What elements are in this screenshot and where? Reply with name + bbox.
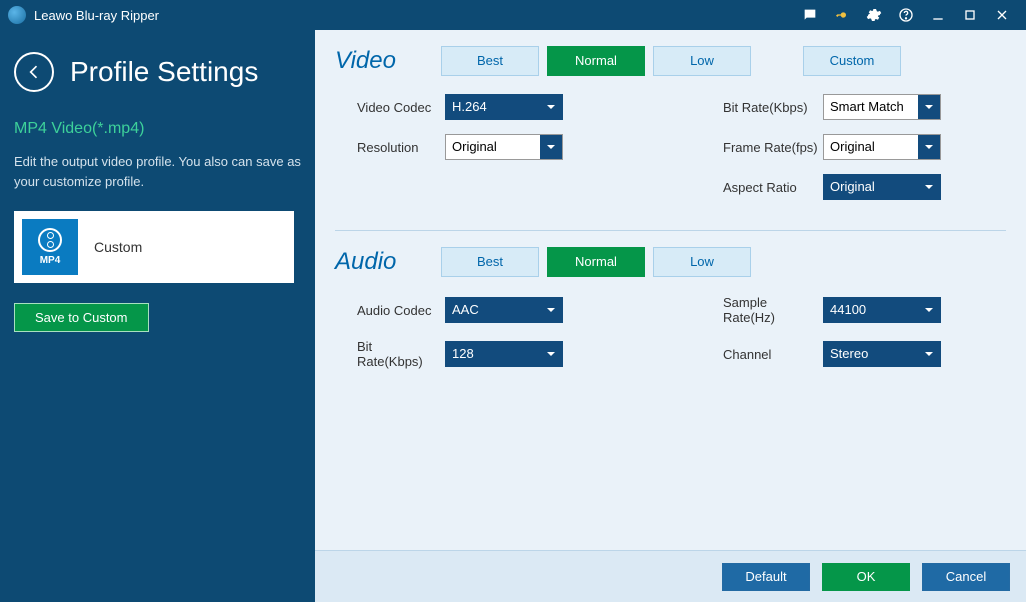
help-icon[interactable] bbox=[890, 0, 922, 30]
chevron-down-icon bbox=[918, 342, 940, 366]
back-button[interactable] bbox=[14, 52, 54, 92]
video-preset-normal[interactable]: Normal bbox=[547, 46, 645, 76]
channel-select[interactable]: Stereo bbox=[823, 341, 941, 367]
mp4-file-icon: MP4 bbox=[22, 219, 78, 275]
audio-codec-label: Audio Codec bbox=[357, 303, 441, 318]
aspect-ratio-select[interactable]: Original bbox=[823, 174, 941, 200]
save-to-custom-button[interactable]: Save to Custom bbox=[14, 303, 149, 332]
audio-section-title: Audio bbox=[335, 248, 441, 276]
video-bitrate-select[interactable]: Smart Match bbox=[823, 94, 941, 120]
profile-card-label: Custom bbox=[94, 239, 142, 255]
video-preset-best[interactable]: Best bbox=[441, 46, 539, 76]
resolution-select[interactable]: Original bbox=[445, 134, 563, 160]
format-badge: MP4 bbox=[40, 255, 61, 266]
sample-rate-label: Sample Rate(Hz) bbox=[723, 295, 819, 325]
video-preset-low[interactable]: Low bbox=[653, 46, 751, 76]
chevron-down-icon bbox=[540, 135, 562, 159]
audio-preset-best[interactable]: Best bbox=[441, 247, 539, 277]
channel-label: Channel bbox=[723, 347, 819, 362]
audio-preset-low[interactable]: Low bbox=[653, 247, 751, 277]
sidebar: Profile Settings MP4 Video(*.mp4) Edit t… bbox=[0, 30, 315, 602]
footer: Default OK Cancel bbox=[315, 550, 1026, 602]
frame-rate-select[interactable]: Original bbox=[823, 134, 941, 160]
app-title: Leawo Blu-ray Ripper bbox=[34, 8, 159, 23]
video-section-title: Video bbox=[335, 47, 441, 75]
profile-description: Edit the output video profile. You also … bbox=[14, 152, 301, 191]
minimize-icon[interactable] bbox=[922, 0, 954, 30]
frame-rate-label: Frame Rate(fps) bbox=[723, 140, 819, 155]
audio-codec-select[interactable]: AAC bbox=[445, 297, 563, 323]
audio-bitrate-label: Bit Rate(Kbps) bbox=[357, 339, 441, 369]
chevron-down-icon bbox=[918, 298, 940, 322]
maximize-icon[interactable] bbox=[954, 0, 986, 30]
sample-rate-select[interactable]: 44100 bbox=[823, 297, 941, 323]
video-bitrate-label: Bit Rate(Kbps) bbox=[723, 100, 819, 115]
chevron-down-icon bbox=[540, 342, 562, 366]
chevron-down-icon bbox=[540, 298, 562, 322]
default-button[interactable]: Default bbox=[722, 563, 810, 591]
chevron-down-icon bbox=[918, 135, 940, 159]
settings-icon[interactable] bbox=[858, 0, 890, 30]
chevron-down-icon bbox=[918, 95, 940, 119]
video-codec-select[interactable]: H.264 bbox=[445, 94, 563, 120]
chevron-down-icon bbox=[918, 175, 940, 199]
chevron-down-icon bbox=[540, 95, 562, 119]
page-title: Profile Settings bbox=[70, 56, 258, 88]
key-icon[interactable] bbox=[826, 0, 858, 30]
aspect-ratio-label: Aspect Ratio bbox=[723, 180, 819, 195]
content-area: Video Best Normal Low Custom Video Codec… bbox=[315, 30, 1026, 602]
audio-bitrate-select[interactable]: 128 bbox=[445, 341, 563, 367]
profile-card[interactable]: MP4 Custom bbox=[14, 211, 294, 283]
audio-preset-normal[interactable]: Normal bbox=[547, 247, 645, 277]
titlebar: Leawo Blu-ray Ripper bbox=[0, 0, 1026, 30]
profile-name: MP4 Video(*.mp4) bbox=[14, 120, 301, 138]
video-codec-label: Video Codec bbox=[357, 100, 441, 115]
audio-panel: Audio Best Normal Low Audio Codec AAC Sa… bbox=[315, 231, 1026, 399]
cancel-button[interactable]: Cancel bbox=[922, 563, 1010, 591]
close-icon[interactable] bbox=[986, 0, 1018, 30]
app-logo bbox=[8, 6, 26, 24]
video-preset-custom[interactable]: Custom bbox=[803, 46, 901, 76]
chat-icon[interactable] bbox=[794, 0, 826, 30]
video-panel: Video Best Normal Low Custom Video Codec… bbox=[315, 30, 1026, 230]
resolution-label: Resolution bbox=[357, 140, 441, 155]
ok-button[interactable]: OK bbox=[822, 563, 910, 591]
